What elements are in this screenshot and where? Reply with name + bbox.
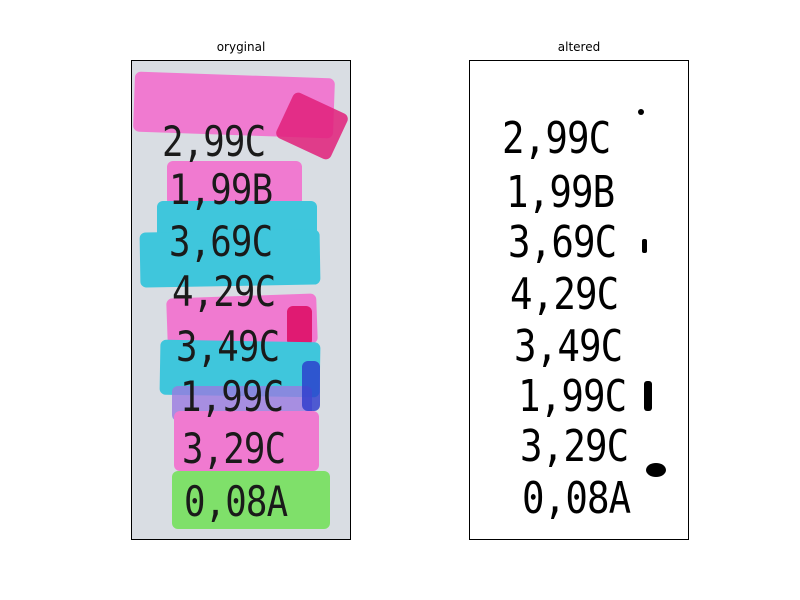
price-label: 0,08A (184, 477, 288, 526)
noise-blot (646, 463, 666, 477)
price-label: 2,99C (162, 117, 266, 166)
price-label: 3,49C (514, 321, 623, 372)
price-label: 1,99B (506, 167, 615, 218)
price-label: 3,49C (176, 322, 280, 371)
price-label: 2,99C (502, 113, 611, 164)
original-image-panel: 2,99C 1,99B 3,69C 4,29C 3,49C 1,99C 3,29… (131, 60, 351, 540)
price-label: 1,99C (180, 372, 284, 421)
price-label: 0,08A (522, 473, 631, 524)
color-strip (302, 361, 320, 411)
right-panel-title: altered (557, 40, 601, 54)
price-label: 1,99C (518, 371, 627, 422)
noise-blot (642, 239, 647, 253)
price-label: 3,29C (520, 421, 629, 472)
left-panel-title: oryginal (216, 40, 266, 54)
noise-blot (644, 381, 652, 411)
price-label: 4,29C (510, 269, 619, 320)
price-label: 3,69C (508, 217, 617, 268)
noise-blot (638, 109, 644, 115)
price-label: 3,29C (182, 424, 286, 473)
altered-image-panel: 2,99C 1,99B 3,69C 4,29C 3,49C 1,99C 3,29… (469, 60, 689, 540)
price-label: 4,29C (172, 267, 276, 316)
color-strip (287, 306, 312, 346)
price-label: 3,69C (169, 217, 273, 266)
price-label: 1,99B (169, 165, 273, 214)
